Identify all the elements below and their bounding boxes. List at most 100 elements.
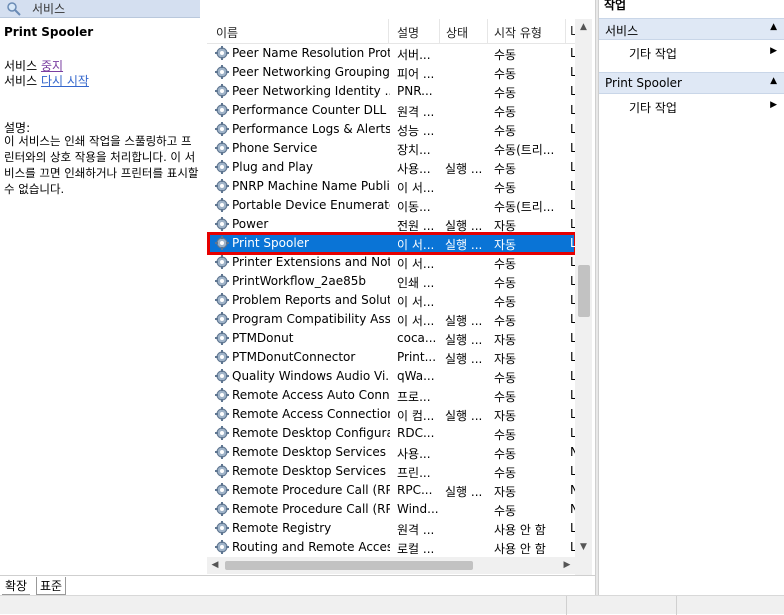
actions-group-print-spooler[interactable]: Print Spooler ▲ (599, 72, 784, 94)
table-row[interactable]: Peer Networking Identity ... PNR... 수동 L (207, 82, 576, 101)
service-startup-cell: 수동 (494, 67, 517, 81)
column-divider[interactable] (439, 19, 440, 44)
table-row[interactable]: Program Compatibility Assi... 이 서... 실행 ..… (207, 310, 576, 329)
table-row[interactable]: Remote Desktop Configura... RDC... 수동 L (207, 424, 576, 443)
service-startup-cell: 수동 (494, 257, 517, 271)
actions-pane: 작업 서비스 ▲ 기타 작업 ▶ Print Spooler ▲ 기타 작업 ▶ (599, 0, 784, 595)
service-description-cell: 피어 ... (397, 67, 435, 81)
scroll-down-arrow-icon[interactable]: ▼ (575, 539, 592, 555)
table-row[interactable]: Remote Desktop Services 사용... 수동 N (207, 443, 576, 462)
actions-title: 작업 (604, 0, 627, 12)
service-description-cell: 이 서... (397, 295, 435, 309)
scroll-up-arrow-icon[interactable]: ▲ (575, 19, 592, 35)
service-gear-icon (214, 501, 230, 517)
column-divider[interactable] (565, 19, 566, 44)
restart-service-link[interactable]: 다시 시작 (41, 74, 89, 88)
service-status-cell: 실행 ... (445, 162, 483, 176)
actions-group-services[interactable]: 서비스 ▲ (599, 18, 784, 40)
service-startup-cell: 수동 (494, 295, 517, 309)
service-name-cell: PrintWorkflow_2ae85b (232, 274, 366, 288)
table-row[interactable]: Portable Device Enumerato... 이동... 수동(트리..… (207, 196, 576, 215)
service-description-cell: 인쇄 ... (397, 276, 435, 290)
column-divider[interactable] (487, 19, 488, 44)
table-row[interactable]: Remote Access Connection... 이 컴... 실행 ... 자… (207, 405, 576, 424)
service-name-cell: Remote Access Connection... (232, 407, 390, 421)
vertical-scrollbar[interactable]: ▲ ▼ (575, 19, 592, 575)
service-status-cell: 실행 ... (445, 352, 483, 366)
restart-action-line: 서비스 다시 시작 (4, 72, 89, 89)
service-name-cell: Quality Windows Audio Vi... (232, 369, 390, 383)
table-row-selected[interactable]: Print Spooler 이 서... 실행 ... 자동 L (207, 232, 577, 255)
table-row[interactable]: Problem Reports and Solut... 이 서... 수동 L (207, 291, 576, 310)
service-name-cell: Remote Procedure Call (RP... (232, 483, 390, 497)
column-header-status[interactable]: 상태 (446, 24, 468, 41)
table-row[interactable]: Remote Access Auto Conn... 프로... 수동 L (207, 386, 576, 405)
service-name-cell: Remote Procedure Call (RP... (232, 502, 390, 516)
service-description-cell: 이 서... (397, 314, 435, 328)
service-startup-cell: 수동 (494, 390, 517, 404)
service-name-cell: Power (232, 217, 269, 231)
table-row[interactable]: PrintWorkflow_2ae85b 인쇄 ... 수동 L (207, 272, 576, 291)
table-row[interactable]: Peer Networking Grouping 피어 ... 수동 L (207, 63, 576, 82)
service-description-cell: Print... (397, 350, 437, 364)
scroll-left-arrow-icon[interactable]: ◀ (207, 557, 223, 574)
table-row[interactable]: Remote Procedure Call (RP... Wind... 수동 N (207, 500, 576, 519)
table-row[interactable]: Quality Windows Audio Vi... qWa... 수동 L (207, 367, 576, 386)
service-status-cell: 실행 ... (445, 409, 483, 423)
table-row[interactable]: PTMDonutConnector Print... 실행 ... 자동 L (207, 348, 576, 367)
service-startup-cell: 수동(트리... (494, 143, 555, 157)
table-row[interactable]: Plug and Play 사용... 실행 ... 수동 L (207, 158, 576, 177)
service-gear-icon (214, 64, 230, 80)
service-gear-icon (214, 216, 230, 232)
tab-standard[interactable]: 표준 (36, 577, 67, 595)
table-row[interactable]: Phone Service 장치... 수동(트리... L (207, 139, 576, 158)
column-header-name[interactable]: 이름 (216, 24, 238, 41)
status-bar-separator (566, 596, 567, 615)
service-name-cell: Remote Desktop Services ... (232, 464, 390, 478)
column-divider[interactable] (388, 19, 389, 44)
service-status-cell: 실행 ... (445, 238, 483, 252)
service-startup-cell: 수동 (494, 48, 517, 62)
restart-prefix: 서비스 (4, 74, 38, 88)
service-description-cell: 원격 ... (397, 105, 435, 119)
service-name-cell: Performance Logs & Alerts (232, 122, 390, 136)
service-name-cell: Remote Desktop Configura... (232, 426, 390, 440)
scroll-right-arrow-icon[interactable]: ▶ (559, 557, 575, 574)
table-row[interactable]: Printer Extensions and Noti... 이 서... 수동 L (207, 253, 576, 272)
more-actions-label: 기타 작업 (629, 47, 677, 61)
vertical-scroll-thumb[interactable] (578, 265, 590, 317)
more-actions-item[interactable]: 기타 작업 ▶ (629, 97, 779, 117)
table-row[interactable]: Performance Counter DLL ... 원격 ... 수동 L (207, 101, 576, 120)
table-row[interactable]: Remote Registry 원격 ... 사용 안 함L (207, 519, 576, 538)
horizontal-scrollbar[interactable]: ◀ ▶ (207, 557, 575, 574)
service-name-cell: Plug and Play (232, 160, 314, 174)
selected-service-name: Print Spooler (4, 25, 94, 39)
service-description-cell: 사용... (397, 447, 431, 461)
table-row[interactable]: PTMDonut coca... 실행 ... 자동 L (207, 329, 576, 348)
more-actions-item[interactable]: 기타 작업 ▶ (629, 43, 779, 63)
column-header-startup-type[interactable]: 시작 유형 (494, 24, 542, 41)
table-row[interactable]: PNRP Machine Name Publi... 이 서... 수동 L (207, 177, 576, 196)
service-startup-cell: 수동 (494, 86, 517, 100)
table-row[interactable]: Remote Procedure Call (RP... RPC... 실행 ...… (207, 481, 576, 500)
stop-service-link[interactable]: 중지 (41, 59, 63, 73)
service-gear-icon (214, 292, 230, 308)
service-description-cell: RPC... (397, 483, 433, 497)
service-startup-cell: 수동(트리... (494, 200, 555, 214)
horizontal-scroll-thumb[interactable] (225, 561, 473, 570)
tab-expanded[interactable]: 확장 (2, 577, 31, 595)
actions-group-print-spooler-label: Print Spooler (605, 76, 682, 90)
table-row[interactable]: Remote Desktop Services ... 프린... 수동 L (207, 462, 576, 481)
collapse-up-icon[interactable]: ▲ (770, 76, 777, 86)
stop-prefix: 서비스 (4, 59, 38, 73)
description-text: 이 서비스는 인쇄 작업을 스풀링하고 프린터와의 상호 작용을 처리합니다. … (4, 134, 199, 196)
service-gear-icon (214, 387, 230, 403)
service-gear-icon (214, 140, 230, 156)
collapse-up-icon[interactable]: ▲ (770, 22, 777, 32)
column-header-description[interactable]: 설명 (397, 24, 419, 41)
table-row[interactable]: Routing and Remote Access 로컬 ... 사용 안 함L (207, 538, 576, 557)
table-row[interactable]: Performance Logs & Alerts 성능 ... 수동 L (207, 120, 576, 139)
table-row[interactable]: Peer Name Resolution Prot... 서버... 수동 L (207, 44, 576, 63)
service-name-cell: Phone Service (232, 141, 318, 155)
service-startup-cell: 수동 (494, 181, 517, 195)
